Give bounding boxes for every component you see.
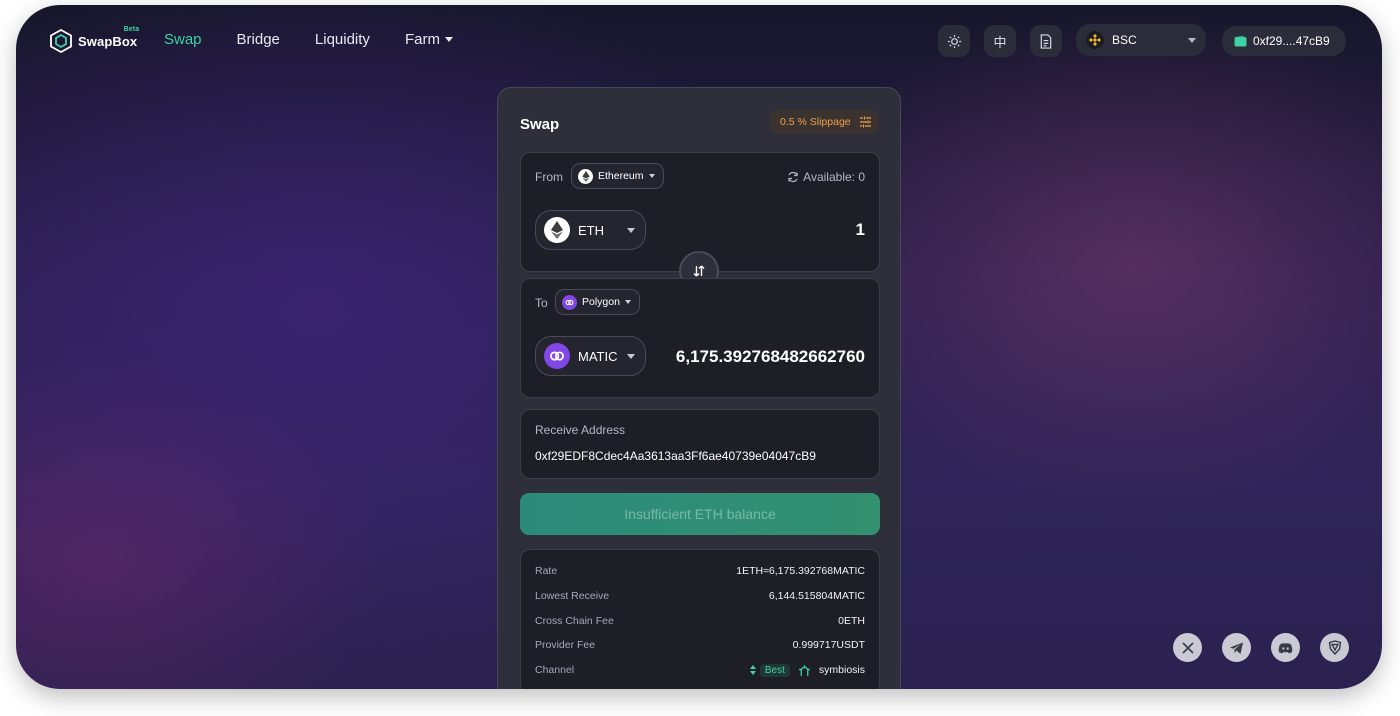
lowest-receive-value: 6,144.515804MATIC — [768, 590, 865, 602]
bnb-icon — [1086, 31, 1104, 49]
from-label: From — [535, 170, 563, 184]
channel-value: symbiosis — [818, 664, 865, 676]
wallet-address: 0xf29....47cB9 — [1253, 34, 1330, 48]
from-amount-input[interactable]: 1 — [856, 220, 865, 240]
chevron-down-icon — [1188, 38, 1196, 43]
nav-liquidity[interactable]: Liquidity — [315, 31, 370, 48]
insufficient-balance-button[interactable]: Insufficient ETH balance — [520, 493, 880, 535]
nav-bridge[interactable]: Bridge — [237, 31, 280, 48]
nav-swap[interactable]: Swap — [164, 31, 202, 48]
channel-label: Channel — [535, 664, 575, 676]
wallet-button[interactable]: 0xf29....47cB9 — [1222, 26, 1346, 56]
receive-address-label: Receive Address — [535, 423, 626, 437]
nav-farm-label: Farm — [404, 31, 440, 48]
from-token-selector[interactable]: ETH — [535, 210, 646, 250]
swap-arrows-icon — [693, 265, 705, 277]
chevron-down-icon — [648, 174, 655, 178]
channel-row: Channel Best symbiosis — [535, 663, 865, 677]
from-chain-label: Ethereum — [598, 170, 644, 182]
x-icon — [1181, 641, 1194, 654]
beta-badge: Beta — [123, 25, 140, 33]
swap-title: Swap — [520, 116, 560, 133]
chevron-down-icon — [624, 300, 631, 304]
audit-link[interactable] — [1320, 633, 1349, 662]
wallet-icon — [1234, 35, 1247, 47]
network-selector[interactable]: BSC — [1076, 24, 1206, 56]
settings-sliders-icon — [859, 116, 871, 128]
to-chain-label: Polygon — [582, 296, 620, 308]
rate-value: 1ETH≈6,175.392768MATIC — [736, 565, 865, 577]
logo[interactable]: SwapBox Beta — [50, 25, 140, 53]
telegram-link[interactable] — [1222, 633, 1251, 662]
provider-fee-value: 0.999717USDT — [792, 639, 865, 651]
main-nav: Swap Bridge Liquidity Farm — [164, 31, 453, 48]
channel-selector[interactable]: Best symbiosis — [749, 663, 865, 677]
telegram-icon — [1230, 642, 1243, 654]
sort-icon — [749, 665, 756, 675]
available-balance[interactable]: Available: 0 — [787, 170, 865, 184]
available-label: Available: 0 — [803, 170, 865, 184]
sun-icon — [947, 34, 961, 48]
chevron-down-icon — [444, 37, 453, 42]
to-panel: To Polygon MATIC 6,175.392768482662760 — [520, 278, 880, 398]
swap-card: Swap 0.5 % Slippage From Ethereum Availa — [497, 87, 901, 689]
slippage-label: 0.5 % Slippage — [780, 116, 851, 128]
rate-row: Rate 1ETH≈6,175.392768MATIC — [535, 564, 865, 578]
nav-farm[interactable]: Farm — [405, 31, 453, 48]
refresh-icon — [788, 171, 798, 183]
swapbox-logo-icon — [50, 29, 72, 53]
discord-link[interactable] — [1271, 633, 1300, 662]
to-chain-selector[interactable]: Polygon — [555, 289, 640, 315]
document-icon — [1040, 33, 1052, 49]
language-label: 中 — [993, 34, 1007, 50]
chevron-down-icon — [627, 354, 635, 359]
polygon-icon — [562, 294, 577, 310]
chevron-down-icon — [627, 228, 635, 233]
docs-button[interactable] — [1030, 25, 1062, 57]
best-label: Best — [759, 663, 790, 677]
rate-label: Rate — [535, 565, 558, 577]
provider-fee-label: Provider Fee — [535, 639, 596, 651]
network-label: BSC — [1112, 33, 1137, 47]
cross-chain-fee-row: Cross Chain Fee 0ETH — [535, 614, 865, 628]
x-link[interactable] — [1173, 633, 1202, 662]
theme-toggle-button[interactable] — [938, 25, 970, 57]
lowest-receive-row: Lowest Receive 6,144.515804MATIC — [535, 589, 865, 603]
matic-icon — [544, 343, 570, 369]
lowest-receive-label: Lowest Receive — [535, 590, 610, 602]
cross-chain-fee-value: 0ETH — [838, 615, 865, 627]
symbiosis-icon — [798, 664, 810, 676]
discord-icon — [1278, 642, 1293, 653]
swap-details-panel: Rate 1ETH≈6,175.392768MATIC Lowest Recei… — [520, 549, 880, 689]
shield-icon — [1328, 640, 1341, 655]
app-window: SwapBox Beta Swap Bridge Liquidity Farm … — [16, 5, 1382, 689]
language-button[interactable]: 中 — [984, 25, 1016, 57]
provider-fee-row: Provider Fee 0.999717USDT — [535, 638, 865, 652]
slippage-button[interactable]: 0.5 % Slippage — [770, 110, 878, 134]
best-badge: Best — [749, 663, 790, 677]
to-token-selector[interactable]: MATIC — [535, 336, 646, 376]
to-label: To — [535, 296, 548, 310]
receive-address-value[interactable]: 0xf29EDF8Cdec4Aa3613aa3Ff6ae40739e04047c… — [535, 449, 816, 463]
from-chain-selector[interactable]: Ethereum — [571, 163, 664, 189]
to-token-label: MATIC — [578, 348, 618, 364]
eth-icon — [544, 217, 570, 243]
to-amount-output: 6,175.392768482662760 — [675, 347, 865, 366]
logo-text: SwapBox Beta — [78, 25, 140, 49]
ethereum-icon — [578, 168, 593, 184]
cross-chain-fee-label: Cross Chain Fee — [535, 615, 614, 627]
receive-address-panel: Receive Address 0xf29EDF8Cdec4Aa3613aa3F… — [520, 409, 880, 479]
from-token-label: ETH — [578, 222, 604, 238]
